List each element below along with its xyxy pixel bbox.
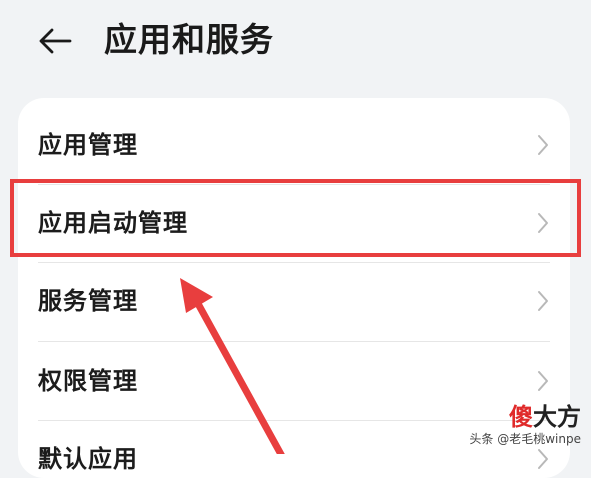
chevron-right-icon bbox=[538, 135, 548, 155]
back-button[interactable] bbox=[32, 18, 78, 64]
menu-item-label: 应用启动管理 bbox=[38, 209, 188, 237]
menu-item-label: 权限管理 bbox=[38, 367, 138, 395]
page-title: 应用和服务 bbox=[104, 20, 274, 59]
menu-item-label: 服务管理 bbox=[38, 287, 138, 315]
chevron-right-icon bbox=[538, 291, 548, 311]
header-bar: 应用和服务 bbox=[0, 0, 591, 84]
chevron-right-icon bbox=[538, 449, 548, 469]
menu-item-label: 应用管理 bbox=[38, 131, 138, 159]
watermark-credit: 头条 @老毛桃winpe bbox=[469, 432, 581, 446]
menu-item-app-launch-management[interactable]: 应用启动管理 bbox=[18, 184, 570, 262]
menu-item-label: 默认应用 bbox=[38, 445, 138, 473]
menu-item-service-management[interactable]: 服务管理 bbox=[18, 262, 570, 340]
chevron-right-icon bbox=[538, 213, 548, 233]
watermark-logo: 傻大方 bbox=[509, 403, 581, 431]
menu-item-app-management[interactable]: 应用管理 bbox=[18, 106, 570, 184]
arrow-left-icon bbox=[39, 28, 72, 54]
chevron-right-icon bbox=[538, 371, 548, 391]
watermark: 傻大方 头条 @老毛桃winpe bbox=[469, 404, 581, 446]
